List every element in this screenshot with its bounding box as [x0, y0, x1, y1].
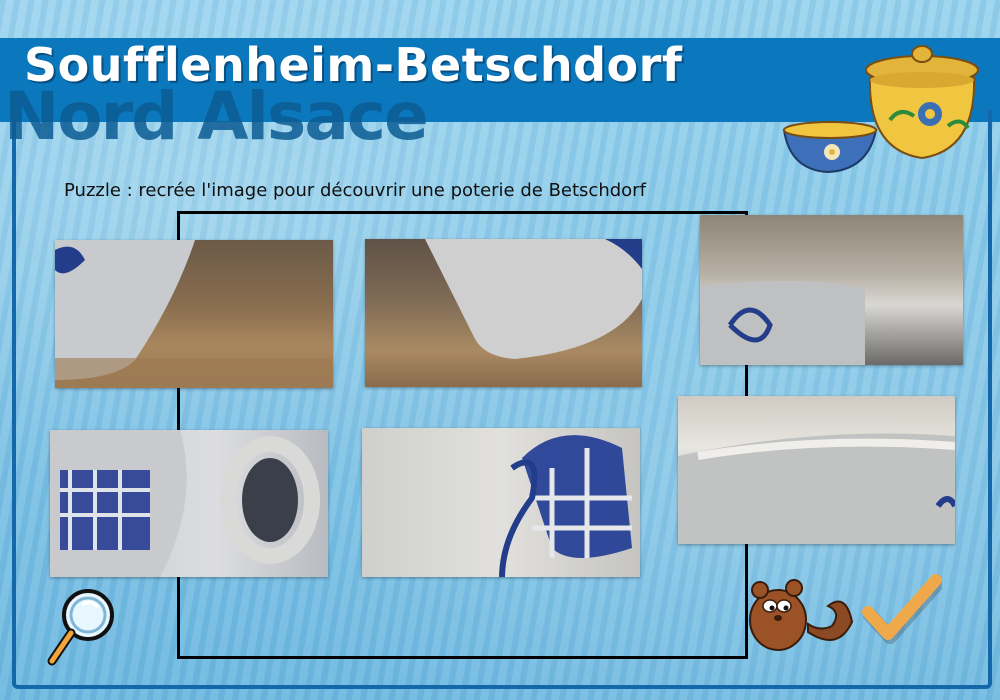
- piece-image: [700, 281, 865, 365]
- puzzle-piece[interactable]: [50, 430, 328, 577]
- page-title: Soufflenheim-Betschdorf: [24, 38, 683, 92]
- pottery-illustration: [782, 45, 979, 174]
- piece-image: [425, 239, 642, 359]
- piece-image: [50, 430, 320, 577]
- puzzle-piece[interactable]: [678, 396, 955, 544]
- magnifier-icon[interactable]: [44, 585, 118, 667]
- puzzle-piece[interactable]: [362, 428, 640, 577]
- puzzle-piece[interactable]: [55, 240, 333, 388]
- puzzle-instruction: Puzzle : recrée l'image pour découvrir u…: [64, 180, 646, 201]
- puzzle-piece[interactable]: [365, 239, 642, 387]
- piece-image: [678, 433, 955, 544]
- piece-image: [55, 240, 333, 388]
- puzzle-piece[interactable]: [700, 215, 963, 365]
- checkmark-icon[interactable]: [862, 572, 942, 644]
- squirrel-mascot: [749, 579, 854, 651]
- piece-image: [499, 435, 632, 577]
